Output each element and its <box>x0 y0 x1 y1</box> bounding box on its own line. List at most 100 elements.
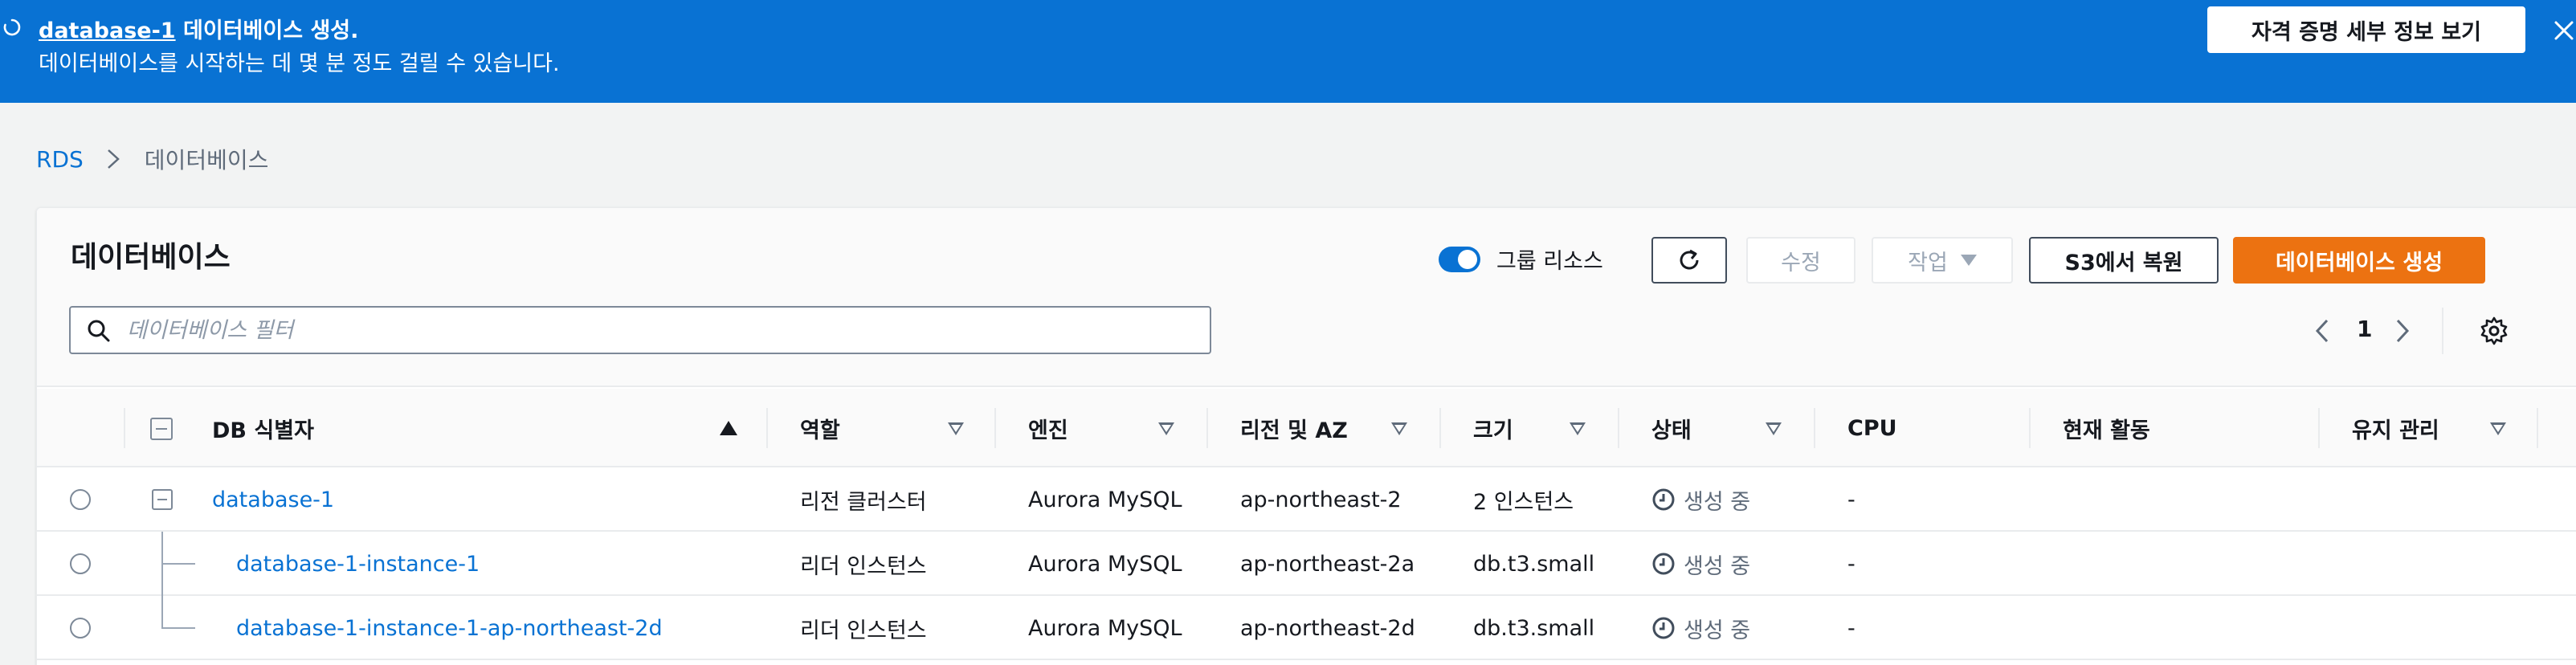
tree-line <box>161 627 195 629</box>
column-divider <box>1439 408 1441 448</box>
pager-divider <box>2442 308 2443 354</box>
edit-button[interactable]: 수정 <box>1746 237 1855 284</box>
role-cell: 리전 클러스터 <box>800 489 927 515</box>
row-select-radio[interactable] <box>70 618 91 638</box>
engine-cell: Aurora MySQL <box>1028 551 1182 577</box>
db-identifier-link[interactable]: database-1 <box>212 467 334 532</box>
column-divider <box>2537 408 2538 448</box>
view-credentials-button[interactable]: 자격 증명 세부 정보 보기 <box>2207 6 2525 53</box>
refresh-icon <box>1680 249 1699 270</box>
previous-page-icon[interactable] <box>2310 317 2334 345</box>
caret-down-icon <box>1960 255 1977 266</box>
db-identifier-link[interactable]: database-1-instance-1 <box>236 532 480 596</box>
row-select-radio[interactable] <box>70 553 91 574</box>
table-header: DB 식별자 역할 엔진 리전 및 AZ 크기 상태 CPU 현재 활동 유지 … <box>37 389 2576 467</box>
refresh-button[interactable] <box>1651 237 1727 284</box>
engine-cell: Aurora MySQL <box>1028 487 1182 512</box>
tree-line <box>161 564 163 596</box>
collapse-all-checkbox[interactable] <box>150 418 173 440</box>
cpu-cell: - <box>1847 551 1855 577</box>
clock-icon <box>1652 553 1675 575</box>
gear-icon[interactable] <box>2479 316 2509 346</box>
sort-icon[interactable] <box>1570 422 1586 435</box>
status-text: 생성 중 <box>1684 553 1751 579</box>
column-header-region[interactable]: 리전 및 AZ <box>1240 389 1348 467</box>
status-text: 생성 중 <box>1684 618 1751 643</box>
column-header-maintenance[interactable]: 유지 관리 <box>2352 389 2439 467</box>
panel-header: 데이터베이스 그룹 리소스 수정 작업 S3에서 복원 데이터베이스 생성 1 <box>37 208 2576 387</box>
role-cell: 리더 인스턴스 <box>800 618 927 643</box>
column-divider <box>2318 408 2320 448</box>
region-cell: ap-northeast-2 <box>1240 487 1402 512</box>
sort-icon[interactable] <box>1391 422 1407 435</box>
search-input[interactable] <box>127 316 1195 345</box>
search-box <box>69 306 1211 354</box>
search-icon <box>88 320 110 342</box>
status-cell: 생성 중 <box>1651 467 1750 532</box>
breadcrumb-rds[interactable]: RDS <box>36 146 84 173</box>
size-cell: db.t3.small <box>1473 615 1595 641</box>
close-icon[interactable] <box>2551 18 2575 42</box>
chevron-right-icon <box>107 149 120 169</box>
breadcrumb-current: 데이터베이스 <box>144 147 269 173</box>
flash-title: database-1 데이터베이스 생성. <box>39 13 358 44</box>
column-header-identifier[interactable]: DB 식별자 <box>212 389 314 467</box>
column-divider <box>1618 408 1619 448</box>
clock-icon <box>1652 617 1675 639</box>
group-resources-toggle[interactable] <box>1439 247 1480 272</box>
column-divider <box>2029 408 2031 448</box>
create-database-button[interactable]: 데이터베이스 생성 <box>2233 237 2485 284</box>
sort-icon[interactable] <box>2490 422 2506 435</box>
status-text: 생성 중 <box>1684 489 1751 515</box>
column-header-role[interactable]: 역할 <box>800 389 840 467</box>
loading-spinner-icon <box>3 18 21 36</box>
actions-dropdown[interactable]: 작업 <box>1872 237 2013 284</box>
tree-line <box>161 532 163 564</box>
column-header-size[interactable]: 크기 <box>1473 389 1513 467</box>
cpu-cell: - <box>1847 487 1855 512</box>
flash-subtitle: 데이터베이스를 시작하는 데 몇 분 정도 걸릴 수 있습니다. <box>39 51 560 76</box>
column-divider <box>766 408 768 448</box>
db-identifier-link[interactable]: database-1-instance-1-ap-northeast-2d <box>236 596 663 660</box>
region-cell: ap-northeast-2a <box>1240 551 1415 577</box>
flash-resource-link[interactable]: database-1 <box>39 18 176 43</box>
flash-banner: database-1 데이터베이스 생성. 데이터베이스를 시작하는 데 몇 분… <box>0 0 2576 103</box>
table-row[interactable]: database-1-instance-1 리더 인스턴스 Aurora MyS… <box>37 532 2576 596</box>
cpu-cell: - <box>1847 615 1855 641</box>
sort-ascending-icon[interactable] <box>720 421 737 435</box>
status-cell: 생성 중 <box>1651 596 1750 660</box>
databases-panel: 데이터베이스 그룹 리소스 수정 작업 S3에서 복원 데이터베이스 생성 1 <box>36 207 2576 665</box>
sort-icon[interactable] <box>948 422 964 435</box>
page-title: 데이터베이스 <box>71 241 231 274</box>
column-divider <box>124 408 125 448</box>
table-row[interactable]: database-1-instance-1-ap-northeast-2d 리더… <box>37 596 2576 660</box>
column-header-activity[interactable]: 현재 활동 <box>2063 389 2150 467</box>
group-resources-label: 그룹 리소스 <box>1496 249 1603 274</box>
sort-icon[interactable] <box>1766 422 1782 435</box>
row-select-radio[interactable] <box>70 489 91 510</box>
restore-from-s3-button[interactable]: S3에서 복원 <box>2029 237 2219 284</box>
engine-cell: Aurora MySQL <box>1028 615 1182 641</box>
flash-title-text: 데이터베이스 생성. <box>175 18 359 43</box>
actions-label: 작업 <box>1908 250 1948 275</box>
status-cell: 생성 중 <box>1651 532 1750 596</box>
column-header-engine[interactable]: 엔진 <box>1028 389 1068 467</box>
sort-icon[interactable] <box>1158 422 1174 435</box>
column-divider <box>994 408 996 448</box>
tree-line <box>161 596 163 628</box>
column-divider <box>1814 408 1815 448</box>
next-page-icon[interactable] <box>2390 317 2415 345</box>
current-page-number[interactable]: 1 <box>2357 316 2372 342</box>
column-header-status[interactable]: 상태 <box>1651 389 1692 467</box>
clock-icon <box>1652 488 1675 511</box>
column-header-cpu[interactable]: CPU <box>1847 389 1897 467</box>
size-cell: db.t3.small <box>1473 551 1595 577</box>
region-cell: ap-northeast-2d <box>1240 615 1415 641</box>
column-divider <box>1206 408 1208 448</box>
breadcrumb: RDS 데이터베이스 <box>36 143 268 175</box>
role-cell: 리더 인스턴스 <box>800 553 927 579</box>
collapse-cluster-toggle[interactable] <box>152 489 173 510</box>
tree-line <box>161 563 195 565</box>
size-cell: 2 인스턴스 <box>1473 489 1574 515</box>
table-row[interactable]: database-1 리전 클러스터 Aurora MySQL ap-north… <box>37 467 2576 532</box>
